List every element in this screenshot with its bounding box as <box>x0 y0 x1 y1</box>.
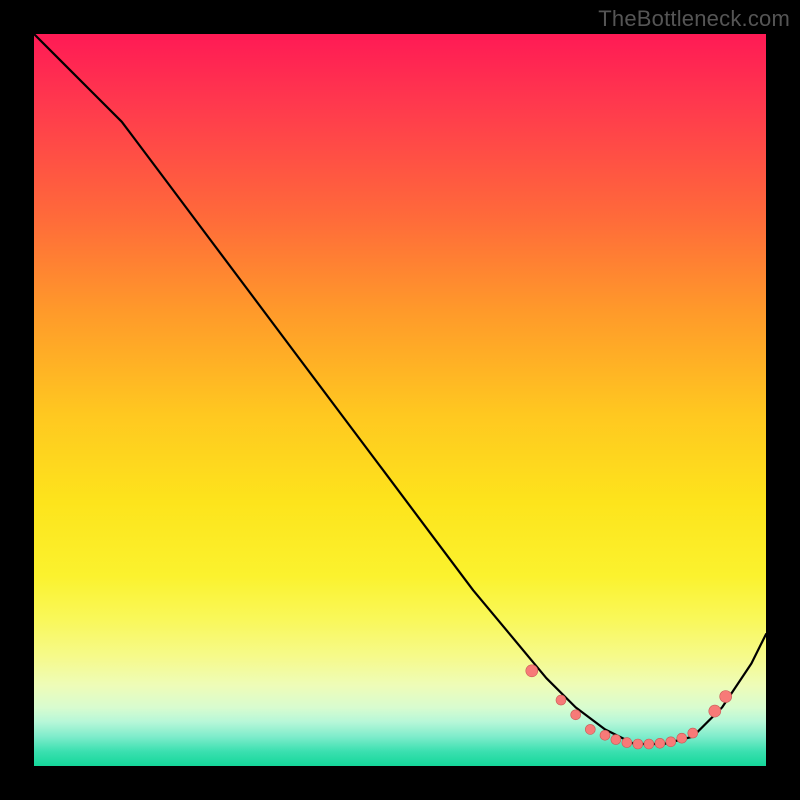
trough-dot <box>526 665 538 677</box>
trough-dot <box>709 705 721 717</box>
trough-dot <box>585 724 595 734</box>
plot-area <box>34 34 766 766</box>
trough-dot <box>644 739 654 749</box>
trough-dot <box>655 738 665 748</box>
outer-frame: TheBottleneck.com <box>0 0 800 800</box>
trough-dot <box>720 691 732 703</box>
trough-dot <box>600 730 610 740</box>
trough-dot <box>666 737 676 747</box>
chart-svg <box>34 34 766 766</box>
watermark-text: TheBottleneck.com <box>598 6 790 32</box>
trough-dots-group <box>526 665 732 749</box>
trough-dot <box>611 735 621 745</box>
bottleneck-curve <box>34 34 766 744</box>
trough-dot <box>622 738 632 748</box>
trough-dot <box>556 695 566 705</box>
trough-dot <box>633 739 643 749</box>
trough-dot <box>571 710 581 720</box>
trough-dot <box>688 728 698 738</box>
trough-dot <box>677 733 687 743</box>
